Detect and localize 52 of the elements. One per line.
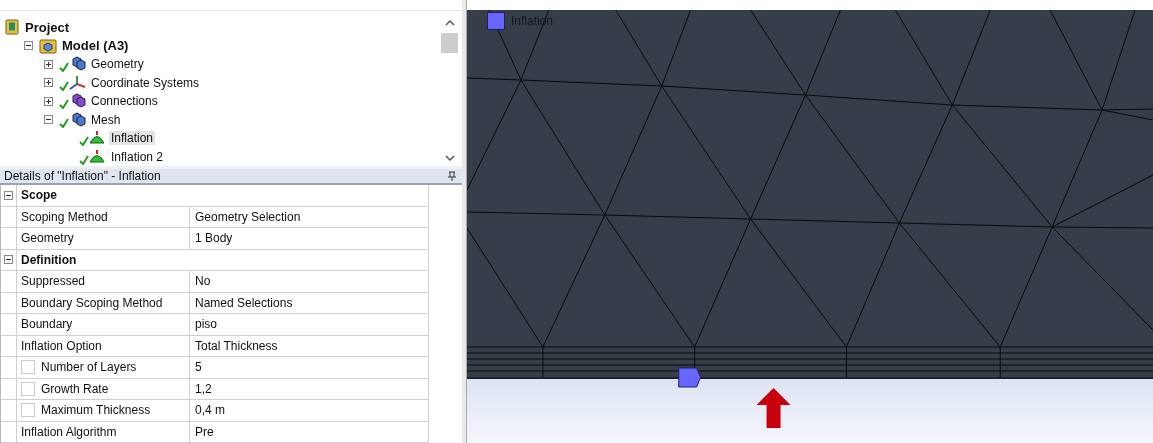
expand-icon[interactable] <box>44 59 53 69</box>
dome-icon <box>88 148 106 165</box>
tree-item[interactable]: Geometry <box>89 57 146 72</box>
collapse-icon[interactable] <box>4 190 13 200</box>
expand-icon[interactable] <box>44 78 53 88</box>
checkbox[interactable] <box>21 381 35 396</box>
expand-icon[interactable] <box>44 96 53 106</box>
property-value[interactable]: Geometry Selection <box>190 206 429 227</box>
property-value[interactable]: piso <box>190 314 429 335</box>
property-label: Maximum Thickness <box>41 403 151 418</box>
folder-cube-icon <box>39 37 57 54</box>
scroll-thumb[interactable] <box>441 33 458 53</box>
property-value[interactable]: 1 Body <box>190 228 429 249</box>
property-label: Boundary <box>21 317 73 332</box>
book-icon <box>4 19 20 36</box>
axes-icon <box>68 74 86 91</box>
property-label: Growth Rate <box>41 381 109 396</box>
section-heading: Scope <box>16 185 429 206</box>
scroll-down-icon[interactable] <box>444 154 455 162</box>
section-heading: Definition <box>16 249 429 270</box>
vertex-marker <box>678 367 702 388</box>
property-value[interactable]: 5 <box>190 357 429 378</box>
property-value[interactable]: 0,4 m <box>190 400 429 421</box>
collapse-icon[interactable] <box>44 115 53 125</box>
tree-item[interactable]: Coordinate Systems <box>89 75 202 90</box>
tree-item[interactable]: Mesh <box>89 112 123 127</box>
pin-icon[interactable] <box>448 171 456 181</box>
property-value[interactable]: 1,2 <box>190 378 429 399</box>
tree-item[interactable]: Model (A3) <box>60 38 131 54</box>
property-label: Number of Layers <box>41 360 137 375</box>
property-value[interactable]: Pre <box>190 421 429 442</box>
collapse-icon[interactable] <box>24 41 33 51</box>
tree-item[interactable]: Project <box>23 19 72 35</box>
tree-item[interactable]: Inflation 2 <box>109 149 166 164</box>
arrow-up-icon <box>756 388 791 428</box>
checkbox[interactable] <box>21 403 35 418</box>
checkbox[interactable] <box>21 360 35 375</box>
property-label: Suppressed <box>21 274 86 289</box>
property-value[interactable]: Named Selections <box>190 292 429 313</box>
property-label: Inflation Option <box>21 338 102 353</box>
property-label: Inflation Algorithm <box>21 424 117 439</box>
dome-icon <box>88 130 106 147</box>
details-title: Details of "Inflation" - Inflation <box>4 169 161 183</box>
property-label: Geometry <box>21 231 74 246</box>
property-label: Scoping Method <box>21 209 108 224</box>
property-value[interactable]: No <box>190 271 429 292</box>
collapse-icon[interactable] <box>4 255 13 265</box>
scroll-up-icon[interactable] <box>444 19 455 27</box>
property-value[interactable]: Total Thickness <box>190 335 429 356</box>
tree-item[interactable]: Inflation <box>109 131 156 146</box>
property-label: Boundary Scoping Method <box>21 295 163 310</box>
tree-item[interactable]: Connections <box>89 94 160 109</box>
